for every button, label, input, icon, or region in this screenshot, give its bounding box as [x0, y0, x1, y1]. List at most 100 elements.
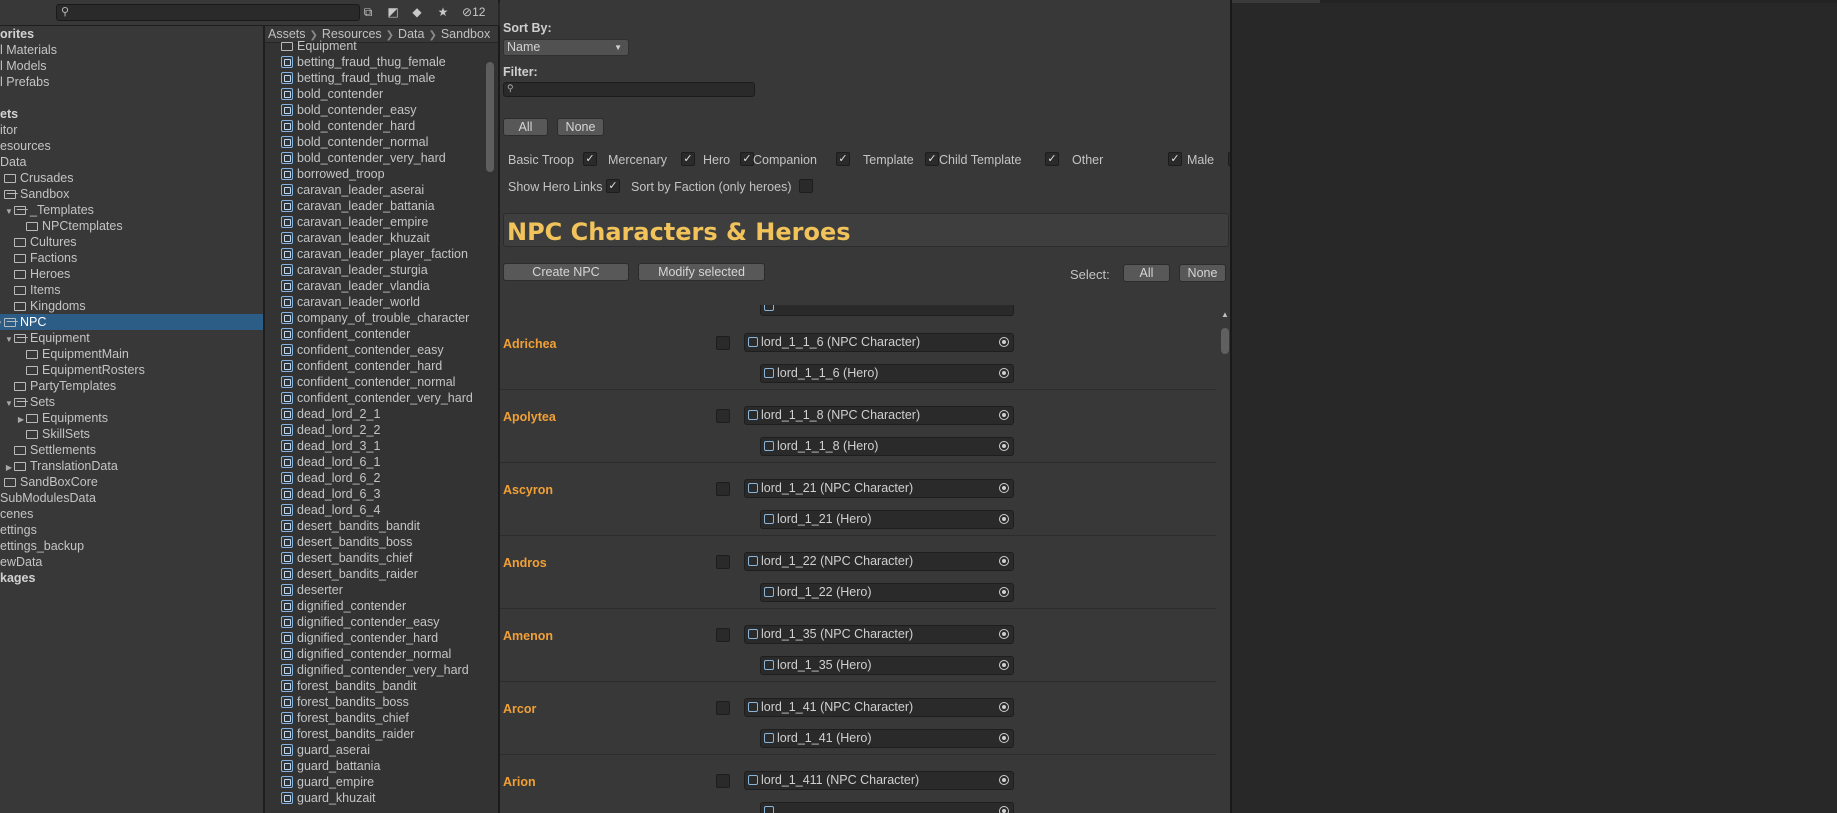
- asset-item[interactable]: caravan_leader_player_faction: [281, 246, 468, 262]
- tree-item[interactable]: Items: [0, 282, 263, 298]
- tree-item[interactable]: ▶ Equipments: [0, 410, 263, 426]
- asset-item[interactable]: caravan_leader_vlandia: [281, 278, 430, 294]
- scroll-up-icon[interactable]: ▲: [1221, 310, 1229, 319]
- object-picker-icon[interactable]: [995, 438, 1013, 455]
- tree-item[interactable]: ettings_backup: [0, 538, 263, 554]
- npc-character-field[interactable]: lord_1_22 (NPC Character): [744, 552, 1014, 571]
- asset-item[interactable]: desert_bandits_boss: [281, 534, 412, 550]
- npc-list-scrollbar-thumb[interactable]: [1221, 328, 1229, 354]
- asset-item[interactable]: caravan_leader_battania: [281, 198, 435, 214]
- object-picker-icon[interactable]: [995, 584, 1013, 601]
- type-filter-checkbox[interactable]: ✓: [836, 152, 850, 166]
- tree-item[interactable]: Factions: [0, 250, 263, 266]
- npc-character-field[interactable]: lord_1_35 (NPC Character): [744, 625, 1014, 644]
- tree-item[interactable]: SubModulesData: [0, 490, 263, 506]
- asset-item[interactable]: forest_bandits_boss: [281, 694, 409, 710]
- tree-item[interactable]: ets: [0, 106, 263, 122]
- npc-select-checkbox[interactable]: [716, 701, 730, 715]
- object-picker-icon[interactable]: [995, 730, 1013, 747]
- asset-item[interactable]: dead_lord_3_1: [281, 438, 380, 454]
- tree-item[interactable]: itor: [0, 122, 263, 138]
- asset-item[interactable]: forest_bandits_chief: [281, 710, 409, 726]
- asset-item[interactable]: dead_lord_6_1: [281, 454, 380, 470]
- npc-hero-field[interactable]: lord_1_21 (Hero): [760, 510, 1014, 529]
- tree-item[interactable]: Kingdoms: [0, 298, 263, 314]
- asset-item[interactable]: bold_contender_normal: [281, 134, 428, 150]
- npc-hero-field[interactable]: lord_1_22 (Hero): [760, 583, 1014, 602]
- type-filter-checkbox[interactable]: ✓: [1168, 152, 1182, 166]
- tree-item[interactable]: cenes: [0, 506, 263, 522]
- tree-item[interactable]: EquipmentRosters: [0, 362, 263, 378]
- asset-item[interactable]: desert_bandits_chief: [281, 550, 412, 566]
- type-filter-checkbox[interactable]: ✓: [681, 152, 695, 166]
- asset-item[interactable]: dignified_contender_hard: [281, 630, 438, 646]
- npc-select-checkbox[interactable]: [716, 336, 730, 350]
- filter-all-button[interactable]: All: [503, 118, 548, 136]
- npc-character-field[interactable]: lord_1_411 (NPC Character): [744, 771, 1014, 790]
- tree-item[interactable]: ewData: [0, 554, 263, 570]
- tree-item[interactable]: ▶ TranslationData: [0, 458, 263, 474]
- asset-item[interactable]: dead_lord_6_3: [281, 486, 380, 502]
- tree-item[interactable]: l Models: [0, 58, 263, 74]
- tree-item[interactable]: Data: [0, 154, 263, 170]
- asset-item[interactable]: Equipment: [281, 38, 357, 54]
- asset-item[interactable]: confident_contender_hard: [281, 358, 442, 374]
- object-picker-icon[interactable]: [995, 626, 1013, 643]
- select-none-button[interactable]: None: [1179, 264, 1226, 282]
- asset-item[interactable]: dignified_contender_easy: [281, 614, 439, 630]
- tree-item[interactable]: Settlements: [0, 442, 263, 458]
- hidden-count[interactable]: ⊘12: [462, 3, 485, 22]
- asset-list[interactable]: Assets ❯ Resources ❯ Data ❯ Sandbox Equipment b…: [265, 26, 498, 813]
- tree-item[interactable]: SkillSets: [0, 426, 263, 442]
- npc-hero-field[interactable]: lord_1_41 (Hero): [760, 729, 1014, 748]
- object-picker-icon[interactable]: [995, 511, 1013, 528]
- npc-character-field[interactable]: lord_1_21 (NPC Character): [744, 479, 1014, 498]
- object-picker-icon[interactable]: [995, 407, 1013, 424]
- npc-hero-field[interactable]: lord_1_1_6 (Hero): [760, 364, 1014, 383]
- npc-character-field[interactable]: lord_1_1_8 (NPC Character): [744, 406, 1014, 425]
- asset-item[interactable]: company_of_trouble_character: [281, 310, 469, 326]
- tree-item[interactable]: ettings: [0, 522, 263, 538]
- asset-item[interactable]: dead_lord_2_1: [281, 406, 380, 422]
- tree-item[interactable]: Heroes: [0, 266, 263, 282]
- label-icon[interactable]: ◆: [407, 3, 427, 22]
- npc-character-field[interactable]: lord_1_1_6 (NPC Character): [744, 333, 1014, 352]
- npc-select-checkbox[interactable]: [716, 628, 730, 642]
- asset-item[interactable]: guard_aserai: [281, 742, 370, 758]
- tree-item[interactable]: ▼ Equipment: [0, 330, 263, 346]
- asset-item[interactable]: betting_fraud_thug_male: [281, 70, 435, 86]
- tree-item[interactable]: ▼ _Templates: [0, 202, 263, 218]
- object-picker-icon[interactable]: [995, 480, 1013, 497]
- modify-selected-button[interactable]: Modify selected: [638, 263, 765, 281]
- select-all-button[interactable]: All: [1123, 264, 1170, 282]
- asset-item[interactable]: dead_lord_2_2: [281, 422, 380, 438]
- npc-select-checkbox[interactable]: [716, 409, 730, 423]
- asset-item[interactable]: caravan_leader_sturgia: [281, 262, 428, 278]
- asset-item[interactable]: confident_contender: [281, 326, 410, 342]
- tree-item[interactable]: esources: [0, 138, 263, 154]
- asset-item[interactable]: dignified_contender_very_hard: [281, 662, 469, 678]
- npc-hero-field[interactable]: lord_1_35 (Hero): [760, 656, 1014, 675]
- asset-item[interactable]: bold_contender: [281, 86, 383, 102]
- asset-item[interactable]: forest_bandits_bandit: [281, 678, 417, 694]
- asset-item[interactable]: dignified_contender: [281, 598, 406, 614]
- tree-item[interactable]: Sandbox: [0, 186, 263, 202]
- filter-input[interactable]: ⚲: [503, 82, 755, 97]
- asset-item[interactable]: caravan_leader_aserai: [281, 182, 424, 198]
- asset-item[interactable]: deserter: [281, 582, 343, 598]
- star-icon[interactable]: ★: [433, 3, 453, 22]
- show-hero-links-checkbox[interactable]: ✓: [606, 179, 620, 193]
- npc-character-field[interactable]: lord_1_41 (NPC Character): [744, 698, 1014, 717]
- asset-item[interactable]: bold_contender_easy: [281, 102, 417, 118]
- sort-by-faction-checkbox[interactable]: [799, 179, 813, 193]
- asset-scrollbar-thumb[interactable]: [486, 62, 494, 172]
- asset-item[interactable]: bold_contender_very_hard: [281, 150, 446, 166]
- asset-item[interactable]: confident_contender_normal: [281, 374, 455, 390]
- type-filter-checkbox[interactable]: ✓: [925, 152, 939, 166]
- tree-item[interactable]: SandBoxCore: [0, 474, 263, 490]
- tree-item[interactable]: Crusades: [0, 170, 263, 186]
- tree-item[interactable]: NPCtemplates: [0, 218, 263, 234]
- asset-item[interactable]: dignified_contender_normal: [281, 646, 451, 662]
- scene-view-icon[interactable]: ⧉: [358, 3, 378, 22]
- type-filter-checkbox[interactable]: ✓: [583, 152, 597, 166]
